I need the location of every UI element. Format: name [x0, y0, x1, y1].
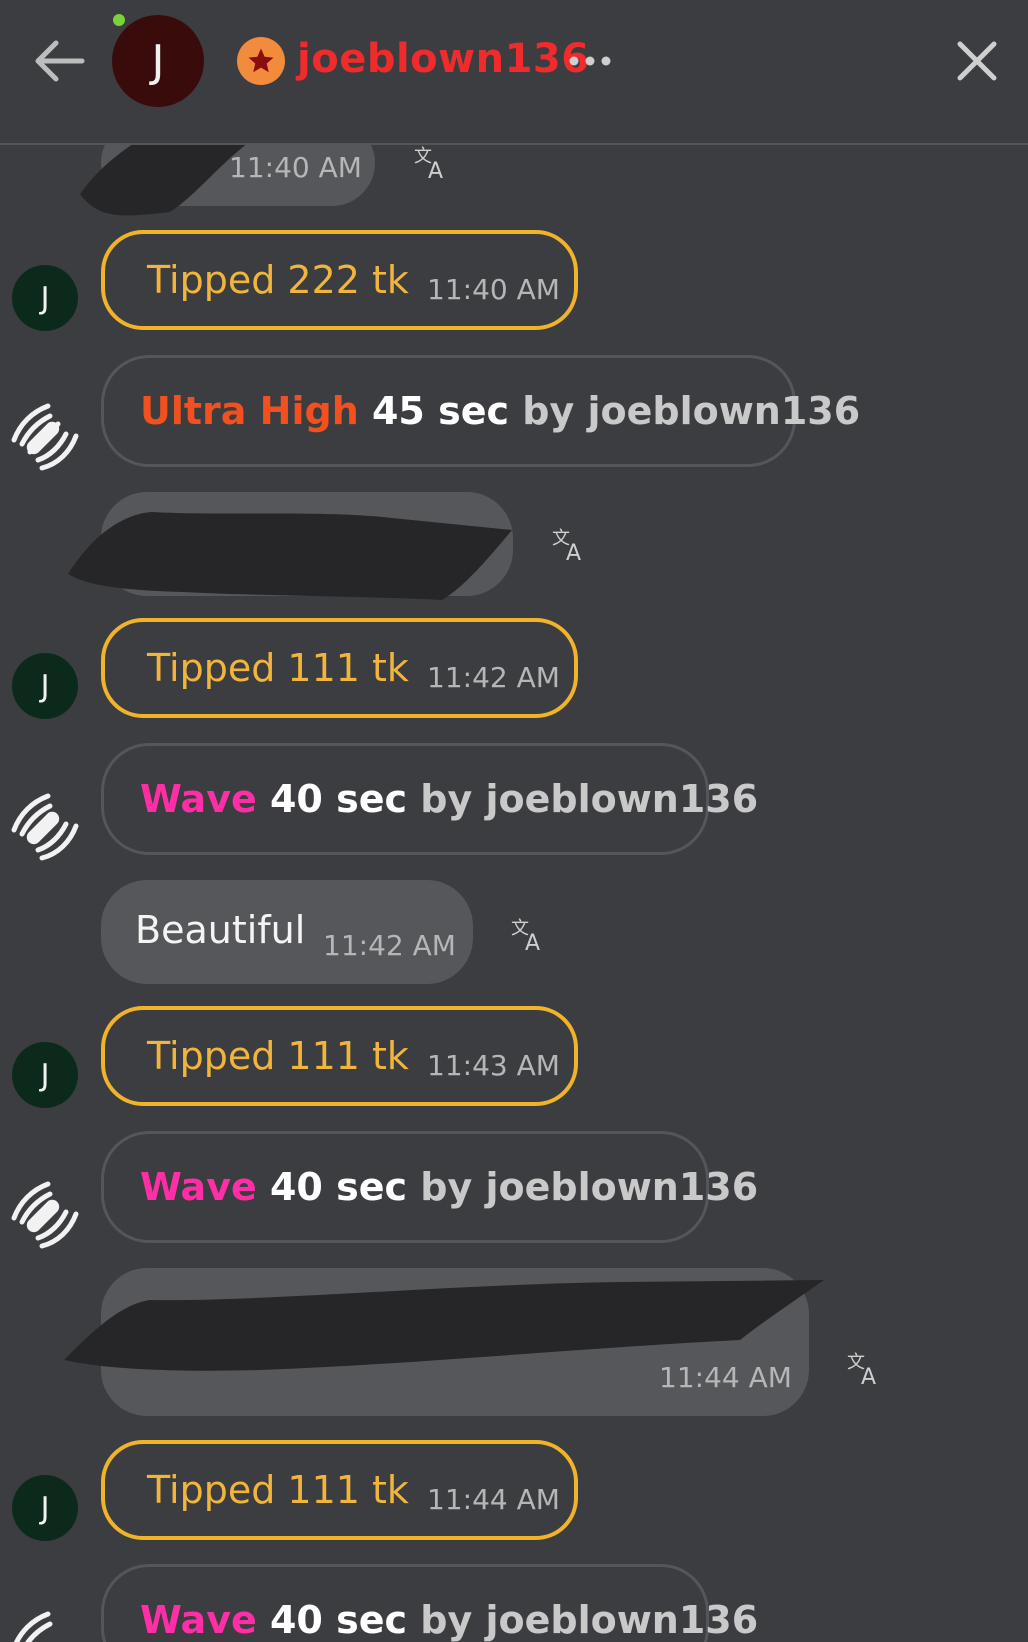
message-time: 11:44 AM: [427, 1483, 560, 1516]
close-button[interactable]: [952, 36, 1002, 86]
tipper-avatar[interactable]: J: [12, 1042, 78, 1108]
message-time: 11:42 AM: [427, 661, 560, 694]
vibration-level: Ultra High: [140, 389, 359, 433]
star-icon: [248, 48, 274, 73]
by-label: by: [420, 1165, 473, 1209]
star-badge: [237, 37, 285, 85]
svg-text:A: A: [861, 1365, 876, 1388]
username[interactable]: joeblown136: [297, 33, 590, 85]
by-label: by: [420, 777, 473, 821]
vibration-user: joeblown136: [485, 1598, 759, 1642]
vibration-icon: [11, 403, 79, 471]
vibration-duration: 40 sec: [269, 777, 408, 821]
chat-header: J joeblown136: [0, 0, 1028, 145]
tip-text: Tipped 111 tk: [147, 1468, 409, 1512]
vibration-duration: 40 sec: [269, 1598, 408, 1642]
vibration-duration: 40 sec: [269, 1165, 408, 1209]
message-text: Beautiful: [135, 908, 306, 952]
redaction-scribble: [64, 1280, 824, 1371]
tip-message: Tipped 111 tk 11:43 AM: [101, 1006, 578, 1106]
svg-text:A: A: [525, 931, 540, 954]
svg-text:A: A: [566, 541, 581, 564]
user-avatar[interactable]: J: [112, 15, 204, 107]
back-button[interactable]: [30, 36, 88, 86]
back-arrow-icon: [35, 40, 85, 82]
more-options-button[interactable]: [566, 44, 616, 78]
vibration-level: Wave: [140, 1598, 257, 1642]
by-label: by: [522, 389, 575, 433]
message-time: 11:40 AM: [427, 273, 560, 306]
tipper-avatar[interactable]: J: [12, 1475, 78, 1541]
tip-message: Tipped 111 tk 11:44 AM: [101, 1440, 578, 1540]
more-icon: [569, 56, 611, 66]
tipper-avatar[interactable]: J: [12, 265, 78, 331]
message-time: 11:43 AM: [427, 1049, 560, 1082]
tip-message: Tipped 111 tk 11:42 AM: [101, 618, 578, 718]
tipper-avatar[interactable]: J: [12, 653, 78, 719]
by-label: by: [420, 1598, 473, 1642]
vibration-message: Wave 40 sec by joeblown136: [101, 1564, 758, 1642]
vibration-duration: 45 sec: [371, 389, 510, 433]
vibration-user: joeblown136: [485, 777, 759, 821]
svg-text:A: A: [428, 159, 443, 182]
vibration-message: Wave 40 sec by joeblown136: [101, 743, 758, 855]
vibration-icon: [11, 1181, 79, 1249]
message-time: 11:42 AM: [323, 929, 456, 962]
online-status-dot: [113, 14, 125, 26]
vibration-message: Ultra High 45 sec by joeblown136: [101, 355, 860, 467]
close-icon: [957, 41, 997, 81]
translate-icon[interactable]: 文 A: [412, 140, 454, 182]
tip-text: Tipped 111 tk: [147, 1034, 409, 1078]
vibration-icon: [11, 793, 79, 861]
vibration-user: joeblown136: [587, 389, 861, 433]
chat-screen: J joeblown136 11:40 AM 文 A J Tipped 222 …: [0, 0, 1028, 1642]
tip-text: Tipped 222 tk: [147, 258, 409, 302]
chat-message-bubble[interactable]: Beautiful 11:42 AM: [101, 880, 473, 984]
tip-text: Tipped 111 tk: [147, 646, 409, 690]
vibration-level: Wave: [140, 1165, 257, 1209]
redaction-scribble: [68, 512, 512, 600]
vibration-icon: [13, 1611, 53, 1642]
tip-message: Tipped 222 tk 11:40 AM: [101, 230, 578, 330]
vibration-user: joeblown136: [485, 1165, 759, 1209]
translate-icon[interactable]: 文 A: [509, 912, 551, 954]
translate-icon[interactable]: 文 A: [845, 1346, 887, 1388]
vibration-message: Wave 40 sec by joeblown136: [101, 1131, 758, 1243]
translate-icon[interactable]: 文 A: [550, 522, 592, 564]
vibration-level: Wave: [140, 777, 257, 821]
